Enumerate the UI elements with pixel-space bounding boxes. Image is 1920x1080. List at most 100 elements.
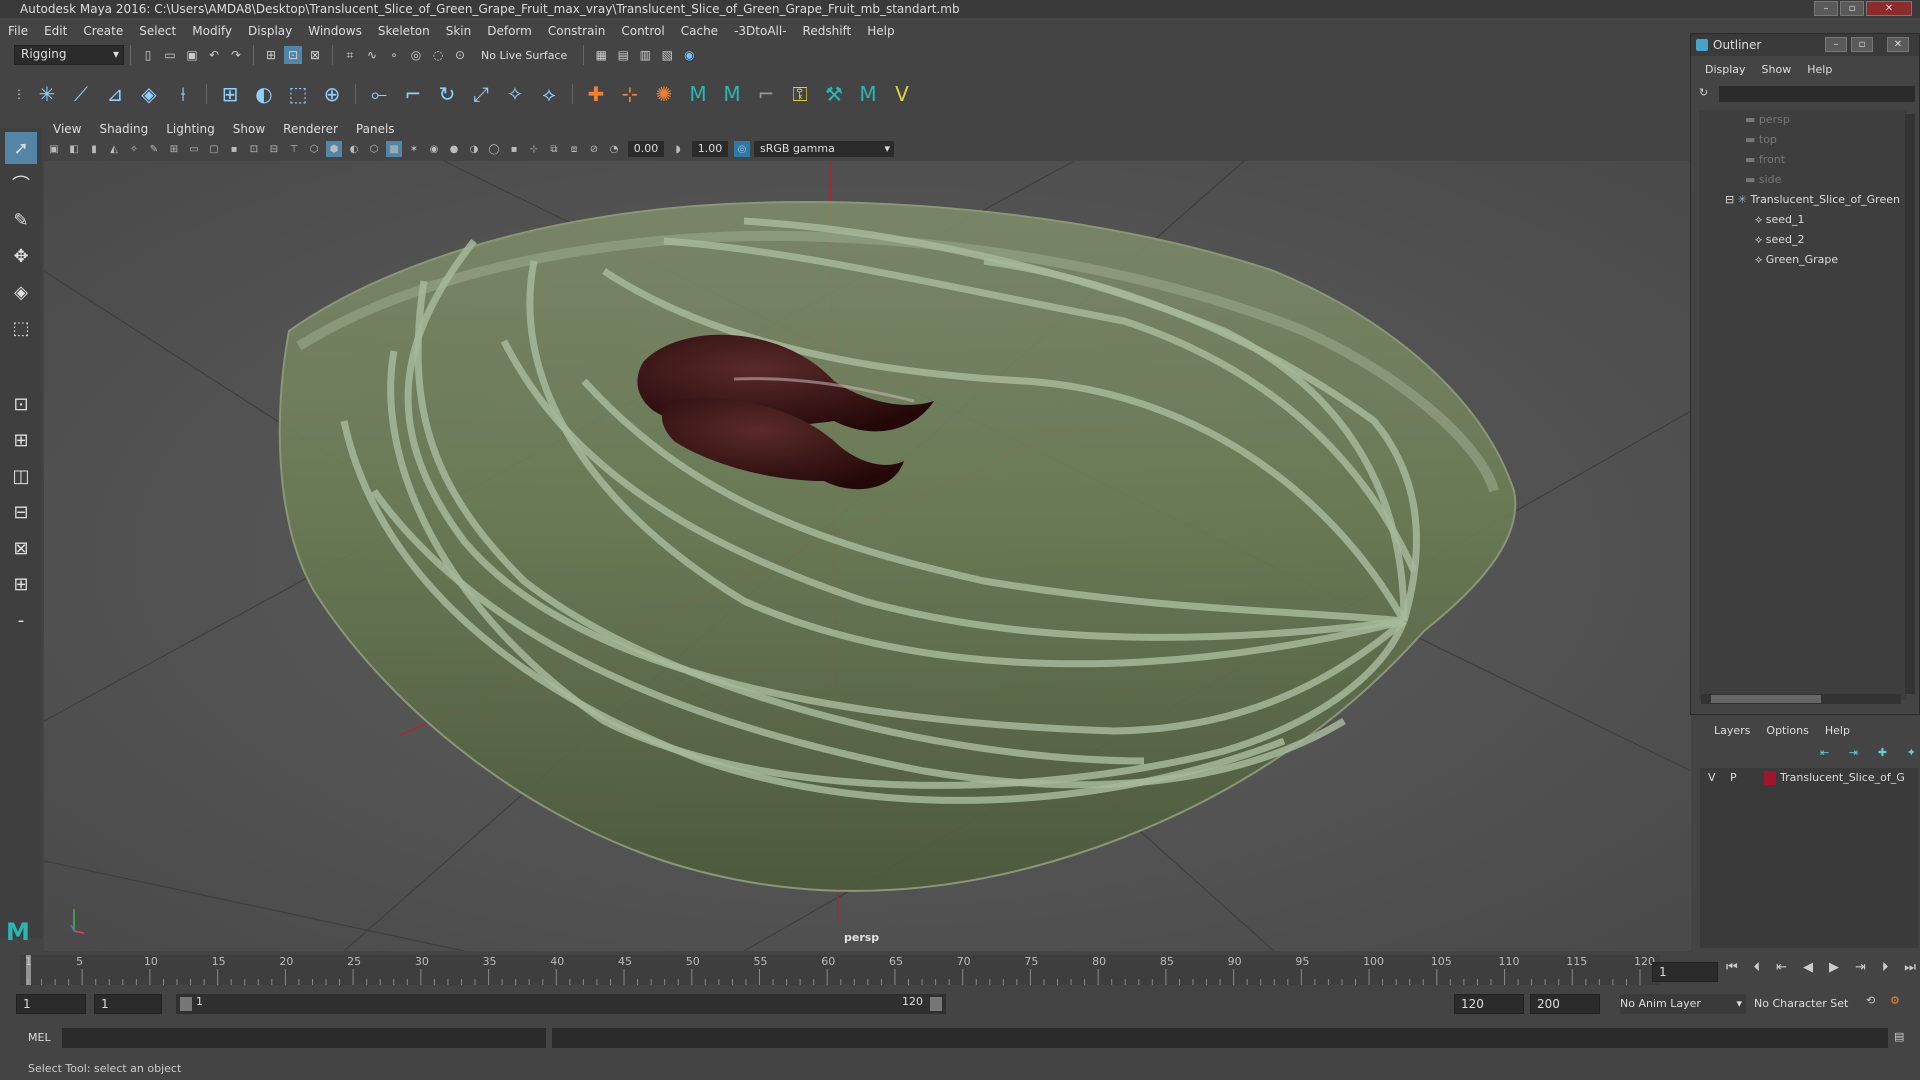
go-to-start-icon[interactable]: ⏮ (1726, 960, 1738, 982)
auto-key-icon[interactable]: ⟲ (1866, 994, 1884, 1014)
outliner-close-button[interactable]: ✕ (1887, 37, 1909, 52)
menu-modify[interactable]: Modify (184, 20, 240, 42)
maximize-button[interactable]: ▫ (1840, 1, 1864, 16)
layer-playback-toggle[interactable]: P (1730, 768, 1737, 788)
render-icon[interactable]: ▦ (592, 46, 610, 64)
outliner-item-translucent-slice[interactable]: ⊟ ✳ Translucent_Slice_of_Green (1725, 190, 1900, 210)
hypershade-icon[interactable]: ▧ (658, 46, 676, 64)
anim-prefs-icon[interactable]: ⚙ (1890, 994, 1908, 1014)
start-time-field[interactable]: 1 (16, 994, 86, 1014)
gamma-icon[interactable]: ◗ (670, 141, 686, 157)
panel-menu-shading[interactable]: Shading (90, 120, 157, 138)
isolate-select-icon[interactable]: ⊹ (526, 141, 542, 157)
new-layer-selected-icon[interactable]: ✦ (1907, 746, 1916, 762)
set-driven-key-icon[interactable]: ⚿ (786, 79, 814, 109)
step-back-icon[interactable]: ⏴ (1754, 960, 1761, 982)
screen-space-ao-icon[interactable]: ◯ (486, 141, 502, 157)
new-layer-icon[interactable]: ✚ (1878, 746, 1887, 762)
persp-outliner-layout-icon[interactable]: ⊠ (5, 532, 37, 564)
snap-curve-icon[interactable]: ∿ (363, 46, 381, 64)
layer-menu-options[interactable]: Options (1758, 720, 1816, 742)
menu-edit[interactable]: Edit (36, 20, 75, 42)
outliner-item-seed-1[interactable]: ⟡ seed_1 (1755, 210, 1805, 230)
menu-create[interactable]: Create (75, 20, 131, 42)
time-slider-ruler[interactable]: 1510152025303540455055606570758085909510… (20, 955, 1660, 985)
range-start-handle[interactable] (180, 997, 192, 1011)
outliner-maximize-button[interactable]: ▫ (1851, 37, 1873, 52)
step-forward-key-icon[interactable]: ⇥ (1855, 960, 1866, 982)
four-view-layout-icon[interactable]: ⊞ (5, 424, 37, 456)
make-live-icon[interactable]: ⊙ (451, 46, 469, 64)
exposure-field[interactable]: 0.00 (628, 141, 664, 157)
move-layer-up-icon[interactable]: ⇤ (1820, 746, 1829, 762)
panel-menu-show[interactable]: Show (224, 120, 274, 138)
layer-row[interactable]: V P Translucent_Slice_of_G (1700, 768, 1918, 788)
select-component-icon[interactable]: ⊠ (306, 46, 324, 64)
character-set-selector[interactable]: No Character Set (1754, 994, 1864, 1014)
outliner-item-side[interactable]: ▬ side (1745, 170, 1781, 190)
snap-point-icon[interactable]: ∘ (385, 46, 403, 64)
end-time-field[interactable]: 200 (1530, 994, 1600, 1014)
panel-menu-panels[interactable]: Panels (347, 120, 404, 138)
xray-joints-icon[interactable]: ✶ (406, 141, 422, 157)
lattice-icon[interactable]: ⬚ (284, 79, 312, 109)
render-settings-icon[interactable]: ▥ (636, 46, 654, 64)
layer-color-swatch[interactable] (1764, 771, 1776, 785)
cluster-icon[interactable]: ⊕ (318, 79, 346, 109)
pole-vector-icon[interactable]: ⟡ (535, 79, 563, 109)
bookmark-icon[interactable]: ▮ (86, 141, 102, 157)
outliner-filter-icon[interactable]: ↻ (1699, 86, 1713, 100)
ik-spline-icon[interactable]: ⊿ (101, 79, 129, 109)
minimize-button[interactable]: – (1814, 1, 1838, 16)
playback-end-field[interactable]: 120 (1454, 994, 1524, 1014)
scale-tool-icon[interactable]: ⬚ (5, 312, 37, 344)
outliner-minimize-button[interactable]: – (1825, 37, 1847, 52)
outliner-item-front[interactable]: ▬ front (1745, 150, 1785, 170)
hud-icon[interactable]: ⧉ (546, 141, 562, 157)
undo-icon[interactable]: ↶ (205, 46, 223, 64)
safe-title-icon[interactable]: ⊤ (286, 141, 302, 157)
move-layer-down-icon[interactable]: ⇥ (1849, 746, 1858, 762)
close-button[interactable]: ✕ (1866, 1, 1912, 16)
viewport-persp[interactable]: persp (44, 161, 1691, 951)
field-chart-icon[interactable]: ⊡ (246, 141, 262, 157)
menu-deform[interactable]: Deform (479, 20, 540, 42)
wireframe-on-shaded-icon[interactable]: ⬡ (366, 141, 382, 157)
aim-constraint-icon[interactable]: ✧ (501, 79, 529, 109)
playback-start-field[interactable]: 1 (94, 994, 162, 1014)
locator-icon[interactable]: ✚ (582, 79, 610, 109)
orient-constraint-icon[interactable]: ↻ (433, 79, 461, 109)
single-view-layout-icon[interactable]: ⊡ (5, 388, 37, 420)
insert-joint-icon[interactable]: ◈ (135, 79, 163, 109)
gamma-field[interactable]: 1.00 (692, 141, 728, 157)
menu-windows[interactable]: Windows (300, 20, 370, 42)
hud-two-icon[interactable]: ⧈ (566, 141, 582, 157)
current-frame-field[interactable]: 1 (1652, 962, 1718, 982)
use-all-lights-icon[interactable]: ● (446, 141, 462, 157)
joint-tool-icon[interactable]: ✳ (33, 79, 61, 109)
outliner-horizontal-scrollbar[interactable] (1701, 694, 1901, 704)
play-forward-icon[interactable]: ▶ (1829, 960, 1839, 982)
open-scene-icon[interactable]: ▭ (161, 46, 179, 64)
outliner-item-persp[interactable]: ▬ persp (1745, 110, 1790, 130)
panel-menu-renderer[interactable]: Renderer (274, 120, 347, 138)
outliner-item-top[interactable]: ▬ top (1745, 130, 1777, 150)
select-camera-icon[interactable]: ▣ (46, 141, 62, 157)
menu-help[interactable]: Help (859, 20, 902, 42)
colorspace-selector[interactable]: sRGB gamma ▾ (754, 141, 894, 157)
snap-view-icon[interactable]: ◎ (407, 46, 425, 64)
menu-redshift[interactable]: Redshift (795, 20, 860, 42)
menu-3dtoall[interactable]: -3DtoAll- (726, 20, 794, 42)
lasso-tool-icon[interactable]: ⌒ (5, 168, 37, 200)
outliner-search-input[interactable] (1719, 86, 1915, 102)
outliner-menu-show[interactable]: Show (1754, 60, 1800, 80)
menu-constrain[interactable]: Constrain (540, 20, 614, 42)
gate-mask-icon[interactable]: ▪ (226, 141, 242, 157)
step-forward-icon[interactable]: ⏵ (1882, 960, 1889, 982)
ik-handle-icon[interactable]: ⟋ (67, 79, 95, 109)
safe-action-icon[interactable]: ⊟ (266, 141, 282, 157)
outliner-item-seed-2[interactable]: ⟡ seed_2 (1755, 230, 1805, 250)
menu-display[interactable]: Display (240, 20, 300, 42)
shelf-options-icon[interactable]: ⋮ (10, 85, 28, 103)
textured-icon[interactable]: ◉ (426, 141, 442, 157)
